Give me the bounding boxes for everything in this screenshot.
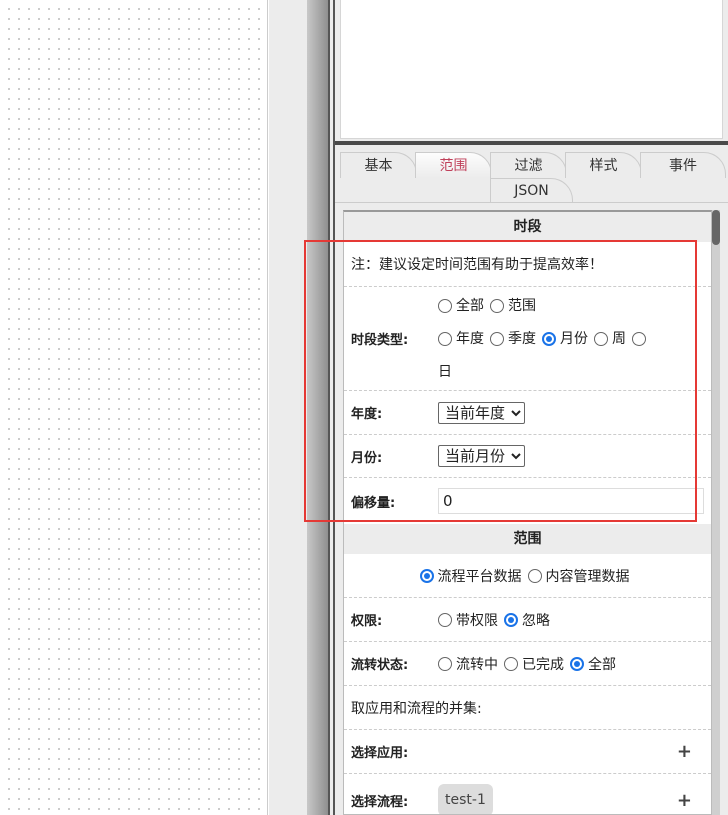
radio-year[interactable]: 年度 [438,324,484,354]
section-title-scope: 范围 [344,524,711,554]
tab-json[interactable]: JSON [490,178,573,202]
permission-label: 权限: [351,614,383,629]
note-text: 注：建议设定时间范围有助于提高效率！ [351,257,603,273]
radio-status-all[interactable]: 全部 [570,654,616,674]
note-row: 注：建议设定时间范围有助于提高效率！ [344,242,711,287]
radio-week[interactable]: 周 [594,324,626,354]
year-select[interactable]: 当前年度 [438,401,525,424]
month-select[interactable]: 当前月份 [438,445,525,467]
select-flow-row: 选择流程: test-1 + [344,774,711,814]
add-app-icon[interactable]: + [677,741,692,762]
tab-scope[interactable]: 范围 [415,152,492,178]
status-row: 流转状态: 流转中 已完成 全部 [344,642,711,686]
select-flow-label: 选择流程: [351,794,409,810]
union-note-row: 取应用和流程的并集: [344,686,711,730]
permission-row: 权限: 带权限 忽略 [344,598,711,642]
select-app-label: 选择应用: [351,746,409,761]
scrollbar[interactable] [712,210,720,815]
radio-process-platform[interactable]: 流程平台数据 [419,566,522,586]
horizontal-splitter[interactable] [335,141,728,145]
radio-all[interactable]: 全部 [438,291,484,321]
offset-label: 偏移量: [351,495,396,511]
period-type-row: 时段类型: 全部 范围 年度 季度 月份周 日 [344,287,711,391]
radio-cms-data[interactable]: 内容管理数据 [527,566,630,586]
period-type-label: 时段类型: [351,333,409,348]
tab-filter[interactable]: 过滤 [490,152,567,178]
scrollbar-thumb[interactable] [712,210,720,245]
tab-style[interactable]: 样式 [565,152,642,178]
year-label: 年度: [351,407,383,422]
tab-divider [335,202,728,203]
month-row: 月份: 当前月份 [344,435,711,478]
scope-form: 时段 注：建议设定时间范围有助于提高效率！ 时段类型: 全部 范围 年度 季度 月份周… [343,210,712,815]
radio-with-permission[interactable]: 带权限 [438,610,498,630]
radio-completed[interactable]: 已完成 [504,654,564,674]
period-type-options: 全部 范围 年度 季度 月份周 日 [438,291,704,387]
month-label: 月份: [351,450,383,466]
flow-chip[interactable]: test-1 [438,784,493,814]
property-panel: 基本 范围 过滤 样式 事件 JSON 时段 注：建议设定时间范围有助于提高效率… [335,0,728,815]
offset-row: 偏移量: [344,478,711,524]
radio-ignore[interactable]: 忽略 [504,610,550,630]
radio-in-progress[interactable]: 流转中 [438,654,498,674]
radio-day[interactable] [632,331,650,346]
add-flow-icon[interactable]: + [677,790,692,811]
union-note: 取应用和流程的并集: [351,700,482,717]
canvas-gutter [269,0,307,815]
radio-quarter[interactable]: 季度 [490,324,536,354]
panel-splitter[interactable] [307,0,328,815]
offset-input[interactable] [438,488,704,514]
select-app-row: 选择应用: + [344,730,711,774]
radio-range[interactable]: 范围 [490,291,536,321]
year-row: 年度: 当前年度 [344,391,711,435]
radio-month[interactable]: 月份 [542,324,588,354]
design-canvas[interactable] [0,0,268,815]
divider [328,0,335,815]
section-title-period: 时段 [344,212,711,242]
preview-area [340,0,723,139]
tab-basic[interactable]: 基本 [340,152,417,178]
radio-day-label[interactable]: 日 [438,364,452,380]
source-row: 流程平台数据 内容管理数据 [344,554,711,598]
status-label: 流转状态: [351,658,409,673]
tab-events[interactable]: 事件 [640,152,726,178]
